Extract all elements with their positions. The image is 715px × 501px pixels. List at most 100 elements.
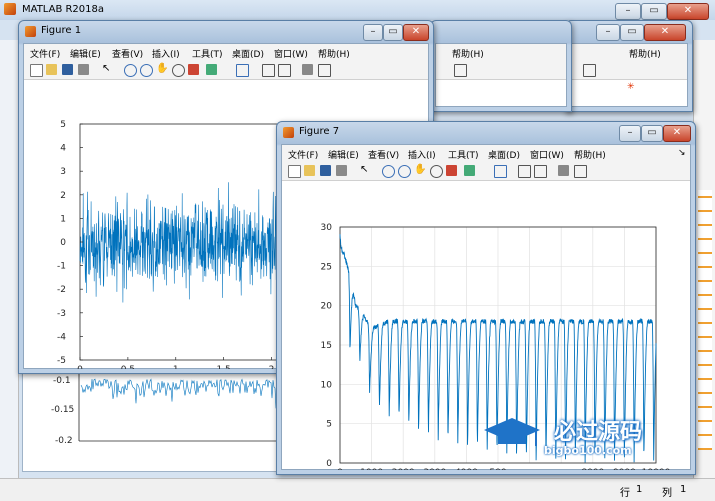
f7-ytick-label: 25 xyxy=(321,262,332,272)
f7-legend-icon[interactable] xyxy=(534,165,547,178)
f7-menu-edit[interactable]: 编辑(E) xyxy=(328,148,359,161)
main-close-button[interactable]: ✕ xyxy=(667,3,709,20)
f7-ytick-label: 15 xyxy=(321,341,332,351)
f7-rotate-icon[interactable] xyxy=(430,165,443,178)
f7-menu-insert[interactable]: 插入(I) xyxy=(408,148,436,161)
graduation-cap-icon xyxy=(482,416,542,450)
f7-xtick-label: 9000 xyxy=(613,468,636,470)
print-icon[interactable] xyxy=(78,64,89,75)
status-col-label: 列 xyxy=(662,488,672,499)
f7-brush-icon[interactable] xyxy=(464,165,475,176)
f7-link-plot-icon[interactable] xyxy=(494,165,507,178)
pan-icon[interactable]: ✋ xyxy=(156,64,168,75)
back-window-icon[interactable] xyxy=(454,64,467,77)
back2-toolbar xyxy=(571,61,687,80)
legend-icon[interactable] xyxy=(278,64,291,77)
back2-window-icon[interactable] xyxy=(583,64,596,77)
save-icon[interactable] xyxy=(62,64,73,75)
f1-menu-help[interactable]: 帮助(H) xyxy=(318,47,350,60)
f7-ytick-label: 0 xyxy=(326,459,332,469)
f7-show-tools-icon[interactable] xyxy=(574,165,587,178)
back-figure-window[interactable]: 帮助(H) xyxy=(430,20,572,112)
figure7-toolbar: ↖ ✋ xyxy=(282,162,690,181)
figure1-toolbar: ↖ ✋ xyxy=(24,61,428,80)
f7-data-cursor-icon[interactable] xyxy=(446,165,457,176)
f7-hide-tools-icon[interactable] xyxy=(558,165,569,176)
back2-close-button[interactable]: ✕ xyxy=(644,24,686,41)
new-figure-icon[interactable] xyxy=(30,64,43,77)
f1-xtick-label: 1 xyxy=(173,365,179,369)
link-plot-icon[interactable] xyxy=(236,64,249,77)
f1-ytick-label: 4 xyxy=(60,144,66,154)
back-figure-window-2[interactable]: – ▭ ✕ 帮助(H) ✳ xyxy=(565,20,693,112)
figure1-close-button[interactable]: ✕ xyxy=(403,24,429,41)
f1-menu-view[interactable]: 查看(V) xyxy=(112,47,143,60)
f7-colorbar-icon[interactable] xyxy=(518,165,531,178)
f1-menu-window[interactable]: 窗口(W) xyxy=(274,47,308,60)
main-right-panel xyxy=(693,40,715,480)
f1-xtick-label: 0 xyxy=(77,365,83,369)
back-menu-help[interactable]: 帮助(H) xyxy=(452,47,484,60)
back-menubar: 帮助(H) xyxy=(436,44,566,61)
back-ytick-3: -0.2 xyxy=(55,436,73,446)
figure-icon xyxy=(25,26,36,37)
f7-menu-view[interactable]: 查看(V) xyxy=(368,148,399,161)
f7-menu-desktop[interactable]: 桌面(D) xyxy=(488,148,520,161)
f7-menu-dock-arrow[interactable]: ↘ xyxy=(678,148,686,158)
f1-menu-insert[interactable]: 插入(I) xyxy=(152,47,180,60)
status-bar: 行 1 列 1 xyxy=(0,478,715,501)
f7-ytick-label: 20 xyxy=(321,302,333,312)
rotate-icon[interactable] xyxy=(172,64,185,77)
figure1-menubar: 文件(F) 编辑(E) 查看(V) 插入(I) 工具(T) 桌面(D) 窗口(W… xyxy=(24,44,428,61)
f7-menu-tools[interactable]: 工具(T) xyxy=(448,148,479,161)
f7-save-icon[interactable] xyxy=(320,165,331,176)
f7-ytick-label: 5 xyxy=(326,420,332,430)
colorbar-icon[interactable] xyxy=(262,64,275,77)
f1-xtick-label: 0.5 xyxy=(121,365,135,369)
hide-tools-icon[interactable] xyxy=(302,64,313,75)
f1-ytick-label: 2 xyxy=(60,191,66,201)
f7-zoom-out-icon[interactable] xyxy=(398,165,411,178)
f1-ytick-label: 5 xyxy=(60,120,66,130)
figure1-minimize-button[interactable]: – xyxy=(363,24,383,41)
f1-menu-desktop[interactable]: 桌面(D) xyxy=(232,47,264,60)
f7-open-file-icon[interactable] xyxy=(304,165,315,176)
figure7-maximize-button[interactable]: ▭ xyxy=(641,125,663,142)
figure7-close-button[interactable]: ✕ xyxy=(663,125,691,142)
f1-ytick-label: 3 xyxy=(60,167,66,177)
f7-menu-file[interactable]: 文件(F) xyxy=(288,148,318,161)
f7-pan-icon[interactable]: ✋ xyxy=(414,165,426,176)
back2-maximize-button[interactable]: ▭ xyxy=(620,24,644,41)
figure1-maximize-button[interactable]: ▭ xyxy=(383,24,403,41)
f1-menu-file[interactable]: 文件(F) xyxy=(30,47,60,60)
main-window-title: MATLAB R2018a xyxy=(22,4,105,15)
f1-ytick-label: -3 xyxy=(57,309,66,319)
f7-new-figure-icon[interactable] xyxy=(288,165,301,178)
f7-menu-help[interactable]: 帮助(H) xyxy=(574,148,606,161)
brush-icon[interactable] xyxy=(206,64,217,75)
status-row-value: 1 xyxy=(636,484,643,495)
f1-xtick-label: 1.5 xyxy=(216,365,230,369)
show-tools-icon[interactable] xyxy=(318,64,331,77)
f7-print-icon[interactable] xyxy=(336,165,347,176)
pointer-icon[interactable]: ↖ xyxy=(102,64,113,75)
zoom-in-icon[interactable] xyxy=(124,64,137,77)
f1-menu-tools[interactable]: 工具(T) xyxy=(192,47,223,60)
f7-pointer-icon[interactable]: ↖ xyxy=(360,165,371,176)
matlab-logo-icon xyxy=(4,3,16,15)
watermark: 必过源码 bigbo100.com xyxy=(482,412,692,462)
f7-zoom-in-icon[interactable] xyxy=(382,165,395,178)
figure7-minimize-button[interactable]: – xyxy=(619,125,641,142)
back2-minimize-button[interactable]: – xyxy=(596,24,620,41)
data-cursor-icon[interactable] xyxy=(188,64,199,75)
main-minimize-button[interactable]: – xyxy=(615,3,641,20)
open-file-icon[interactable] xyxy=(46,64,57,75)
f7-xtick-label: 0 xyxy=(337,468,343,470)
zoom-out-icon[interactable] xyxy=(140,64,153,77)
f1-menu-edit[interactable]: 编辑(E) xyxy=(70,47,101,60)
f7-menu-window[interactable]: 窗口(W) xyxy=(530,148,564,161)
back2-menu-help[interactable]: 帮助(H) xyxy=(629,47,661,60)
f7-xtick-label: 2000 xyxy=(392,468,415,470)
f1-ytick-label: -1 xyxy=(57,262,66,272)
main-maximize-button[interactable]: ▭ xyxy=(641,3,667,20)
